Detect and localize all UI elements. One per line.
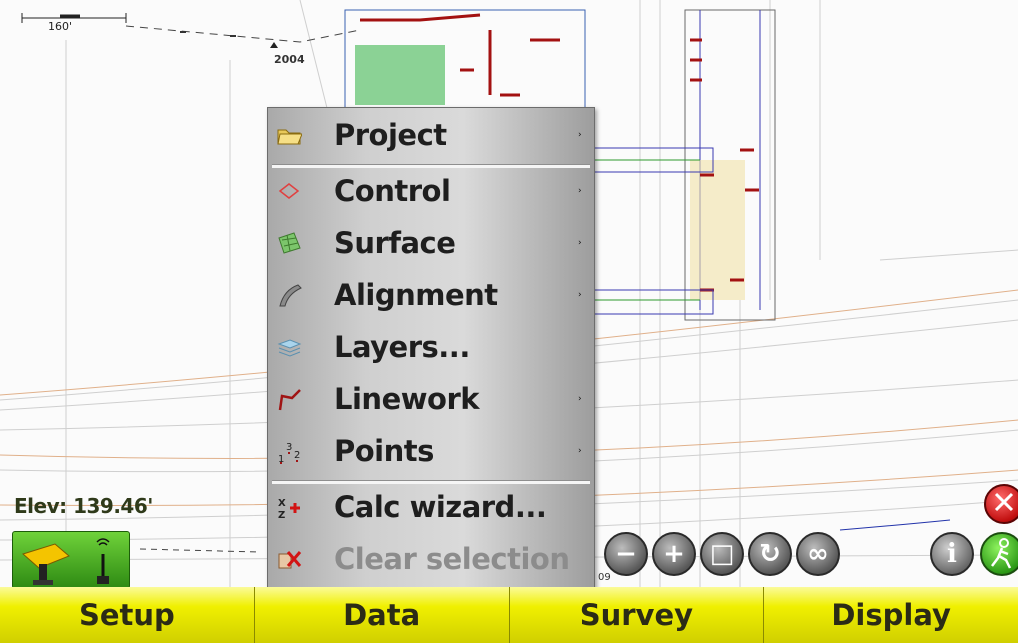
tab-data[interactable]: Data <box>254 587 510 643</box>
menu-item-project[interactable]: Project › <box>268 112 594 164</box>
submenu-arrow-icon: › <box>578 130 582 140</box>
menu-item-control[interactable]: Control › <box>268 168 594 220</box>
tab-setup[interactable]: Setup <box>0 587 255 643</box>
stop-button[interactable] <box>984 484 1018 524</box>
svg-text:2: 2 <box>294 450 300 461</box>
svg-text:X: X <box>278 498 286 509</box>
continuous-button[interactable]: ∞ <box>796 532 840 576</box>
walking-person-icon <box>991 538 1012 569</box>
submenu-arrow-icon: › <box>578 186 582 196</box>
submenu-arrow-icon: › <box>578 238 582 248</box>
point-label: 2004 <box>274 53 305 66</box>
surface-icon <box>278 232 301 254</box>
svg-text:3: 3 <box>286 442 292 453</box>
zoom-in-button[interactable]: + <box>652 532 696 576</box>
linework-icon <box>278 389 301 411</box>
menu-item-calc-wizard[interactable]: X Z Calc wizard... <box>268 484 594 536</box>
svg-text:Z: Z <box>278 510 285 520</box>
tab-display[interactable]: Display <box>764 587 1018 643</box>
stop-icon <box>994 492 1014 512</box>
gps-status-button[interactable] <box>12 531 130 589</box>
menu-item-linework[interactable]: Linework › <box>268 376 594 428</box>
points-icon: 1 3 2 <box>278 442 300 464</box>
menu-item-label: Linework <box>334 382 480 416</box>
menu-item-clear-selection[interactable]: Clear selection <box>268 536 594 588</box>
folder-icon <box>277 129 302 145</box>
menu-item-label: Points <box>334 434 434 468</box>
clear-selection-icon <box>278 551 302 569</box>
walk-mode-button[interactable] <box>980 532 1018 576</box>
menu-item-label: Clear selection <box>334 542 570 576</box>
info-button[interactable]: i <box>930 532 974 576</box>
menu-item-label: Layers... <box>334 330 470 364</box>
tab-survey[interactable]: Survey <box>509 587 765 643</box>
menu-item-points[interactable]: 1 3 2 Points › <box>268 428 594 480</box>
gps-receiver-icon <box>21 538 110 585</box>
zoom-extents-button[interactable]: □ <box>700 532 744 576</box>
menu-item-label: Control <box>334 174 451 208</box>
menu-item-label: Project <box>334 118 447 152</box>
layers-icon <box>277 339 302 357</box>
menu-item-label: Alignment <box>334 278 498 312</box>
menu-item-layers[interactable]: Layers... <box>268 324 594 376</box>
rotate-button[interactable]: ↻ <box>748 532 792 576</box>
submenu-arrow-icon: › <box>578 394 582 404</box>
elevation-readout: Elev: 139.46' <box>14 494 153 518</box>
point-label: 09 <box>598 572 611 583</box>
submenu-arrow-icon: › <box>578 446 582 456</box>
control-icon <box>278 183 300 199</box>
scale-label: 160' <box>48 20 73 33</box>
zoom-out-button[interactable]: − <box>604 532 648 576</box>
alignment-icon <box>279 284 302 307</box>
data-menu: Project › Control › Surface › Alignment … <box>267 107 595 591</box>
menu-item-label: Calc wizard... <box>334 490 547 524</box>
calc-wizard-icon: X Z <box>278 498 300 520</box>
menu-item-surface[interactable]: Surface › <box>268 220 594 272</box>
menu-item-label: Surface <box>334 226 456 260</box>
menu-item-alignment[interactable]: Alignment › <box>268 272 594 324</box>
submenu-arrow-icon: › <box>578 290 582 300</box>
main-menu-bar: Setup Data Survey Display <box>0 587 1018 643</box>
